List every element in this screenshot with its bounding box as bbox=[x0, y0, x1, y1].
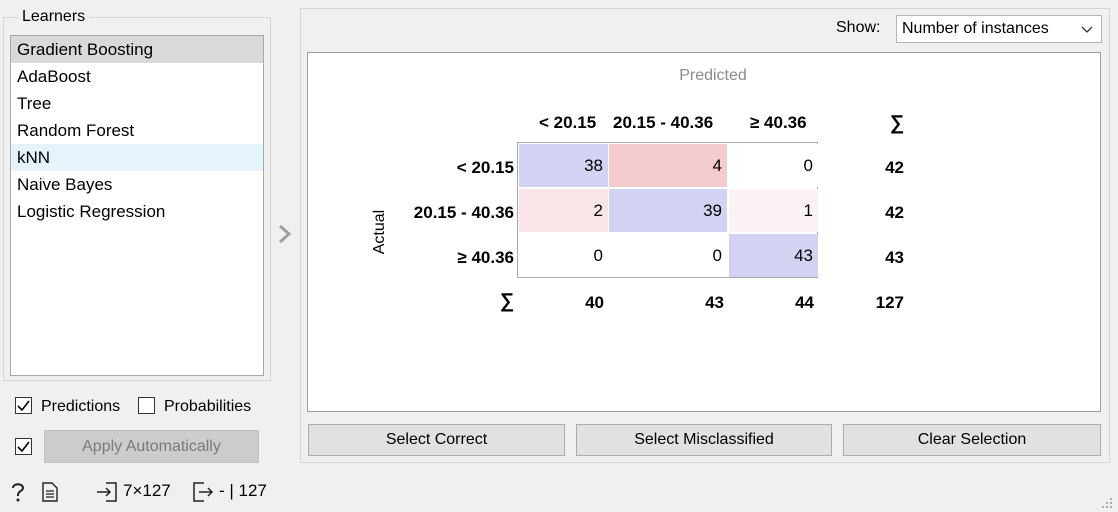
select-misclassified-button[interactable]: Select Misclassified bbox=[576, 424, 832, 456]
matrix-cell[interactable]: 2 bbox=[519, 189, 608, 232]
learner-item-logistic-regression[interactable]: Logistic Regression bbox=[11, 198, 263, 225]
row-sum-header: ∑ bbox=[890, 112, 905, 134]
help-icon[interactable] bbox=[9, 481, 27, 503]
matrix-cell[interactable]: 39 bbox=[609, 189, 727, 232]
row-header: < 20.15 bbox=[456, 158, 514, 177]
col-sum: 40 bbox=[585, 293, 604, 312]
learner-item-naive-bayes[interactable]: Naive Bayes bbox=[11, 171, 263, 198]
matrix-cell[interactable]: 1 bbox=[729, 189, 818, 232]
matrix-cell[interactable]: 43 bbox=[729, 234, 818, 277]
matrix-cell[interactable]: 0 bbox=[729, 144, 818, 187]
row-sum: 42 bbox=[885, 203, 904, 222]
output-summary: - | 127 bbox=[219, 481, 267, 500]
select-correct-button[interactable]: Select Correct bbox=[308, 424, 565, 456]
apply-automatically-checkbox[interactable] bbox=[15, 438, 32, 455]
check-icon bbox=[17, 400, 30, 411]
learner-item-adaboost[interactable]: AdaBoost bbox=[11, 63, 263, 90]
row-header: 20.15 - 40.36 bbox=[413, 203, 514, 222]
clear-selection-button[interactable]: Clear Selection bbox=[843, 424, 1101, 456]
col-sum: 44 bbox=[795, 293, 814, 312]
predictions-checkbox[interactable] bbox=[15, 397, 32, 414]
input-summary: 7×127 bbox=[123, 481, 171, 500]
matrix-cell[interactable]: 4 bbox=[609, 144, 727, 187]
matrix-cell[interactable]: 0 bbox=[519, 234, 608, 277]
predicted-axis-title: Predicted bbox=[679, 67, 747, 84]
matrix-cell[interactable]: 0 bbox=[609, 234, 727, 277]
total-sum: 127 bbox=[875, 293, 904, 312]
matrix-grid: 38 4 0 2 39 1 0 0 43 bbox=[517, 142, 818, 278]
probabilities-label: Probabilities bbox=[164, 398, 252, 415]
probabilities-checkbox[interactable] bbox=[138, 397, 155, 414]
learners-title: Learners bbox=[18, 8, 90, 26]
learners-list[interactable]: Gradient Boosting AdaBoost Tree Random F… bbox=[10, 35, 264, 376]
learner-item-knn[interactable]: kNN bbox=[11, 144, 263, 171]
col-sum-header: ∑ bbox=[500, 290, 515, 312]
learner-item-gradient-boosting[interactable]: Gradient Boosting bbox=[11, 36, 263, 63]
show-label: Show: bbox=[836, 19, 881, 36]
col-sum: 43 bbox=[705, 293, 724, 312]
show-dropdown[interactable]: Number of instances bbox=[896, 15, 1102, 43]
learner-item-random-forest[interactable]: Random Forest bbox=[11, 117, 263, 144]
apply-automatically-button[interactable]: Apply Automatically bbox=[44, 430, 259, 463]
row-sum: 42 bbox=[885, 158, 904, 177]
resize-grip-icon[interactable] bbox=[1098, 494, 1114, 510]
chevron-right-icon[interactable] bbox=[277, 223, 293, 245]
col-header: < 20.15 bbox=[539, 113, 597, 132]
show-dropdown-value: Number of instances bbox=[902, 20, 1049, 37]
learner-item-tree[interactable]: Tree bbox=[11, 90, 263, 117]
output-icon bbox=[193, 482, 214, 502]
report-icon[interactable] bbox=[41, 482, 59, 502]
chevron-down-icon bbox=[1081, 26, 1093, 33]
predictions-label: Predictions bbox=[41, 398, 121, 415]
matrix-cell[interactable]: 38 bbox=[519, 144, 608, 187]
col-header: ≥ 40.36 bbox=[750, 113, 807, 132]
row-sum: 43 bbox=[885, 248, 904, 267]
input-icon bbox=[97, 482, 117, 502]
check-icon bbox=[17, 441, 30, 452]
col-header: 20.15 - 40.36 bbox=[613, 113, 714, 132]
row-header: ≥ 40.36 bbox=[457, 248, 514, 267]
